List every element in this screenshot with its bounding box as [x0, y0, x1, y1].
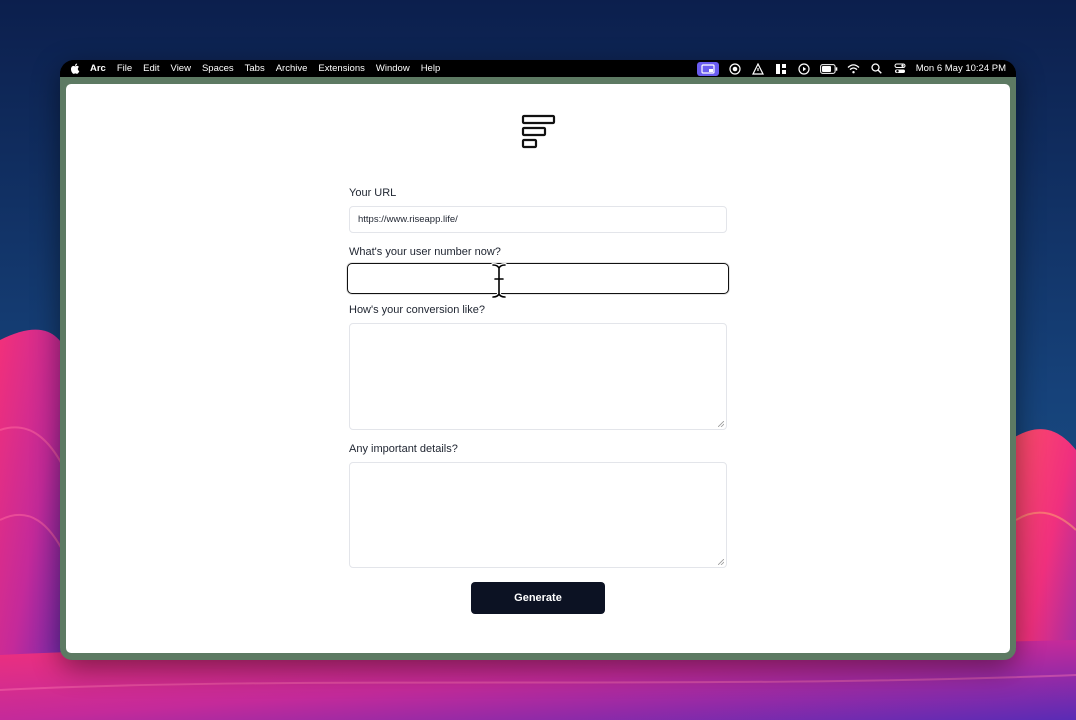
- menubar-clock[interactable]: Mon 6 May 10:24 PM: [916, 63, 1006, 74]
- url-label: Your URL: [349, 187, 397, 199]
- menu-app-name[interactable]: Arc: [90, 63, 106, 74]
- menu-archive[interactable]: Archive: [276, 63, 308, 74]
- menu-tabs[interactable]: Tabs: [245, 63, 265, 74]
- conversion-textarea[interactable]: [349, 323, 727, 430]
- wifi-icon[interactable]: [847, 62, 861, 76]
- resize-grip-icon[interactable]: [718, 421, 724, 427]
- url-input[interactable]: [349, 206, 727, 233]
- layout-icon[interactable]: [774, 62, 788, 76]
- menu-spaces[interactable]: Spaces: [202, 63, 234, 74]
- screen-mirror-icon[interactable]: [696, 61, 719, 76]
- user-number-input[interactable]: [347, 263, 729, 294]
- generate-button[interactable]: Generate: [471, 582, 605, 614]
- vpn-icon[interactable]: [751, 62, 765, 76]
- macos-menubar: Arc File Edit View Spaces Tabs Archive E…: [60, 60, 1016, 77]
- menu-file[interactable]: File: [117, 63, 132, 74]
- control-center-icon[interactable]: [893, 62, 907, 76]
- apple-icon[interactable]: [70, 63, 82, 74]
- app-logo-icon: [521, 114, 557, 154]
- user-number-label: What's your user number now?: [349, 246, 501, 258]
- menu-help[interactable]: Help: [421, 63, 441, 74]
- details-textarea[interactable]: [349, 462, 727, 568]
- details-label: Any important details?: [349, 443, 458, 455]
- conversion-label: How's your conversion like?: [349, 304, 485, 316]
- menu-view[interactable]: View: [171, 63, 191, 74]
- menu-extensions[interactable]: Extensions: [318, 63, 364, 74]
- search-icon[interactable]: [870, 62, 884, 76]
- menu-edit[interactable]: Edit: [143, 63, 159, 74]
- play-icon[interactable]: [797, 62, 811, 76]
- record-icon[interactable]: [728, 62, 742, 76]
- menubar-status-area: Mon 6 May 10:24 PM: [696, 60, 1006, 77]
- menu-window[interactable]: Window: [376, 63, 410, 74]
- battery-icon[interactable]: [819, 62, 838, 76]
- text-cursor-icon: [490, 263, 508, 299]
- resize-grip-icon[interactable]: [718, 559, 724, 565]
